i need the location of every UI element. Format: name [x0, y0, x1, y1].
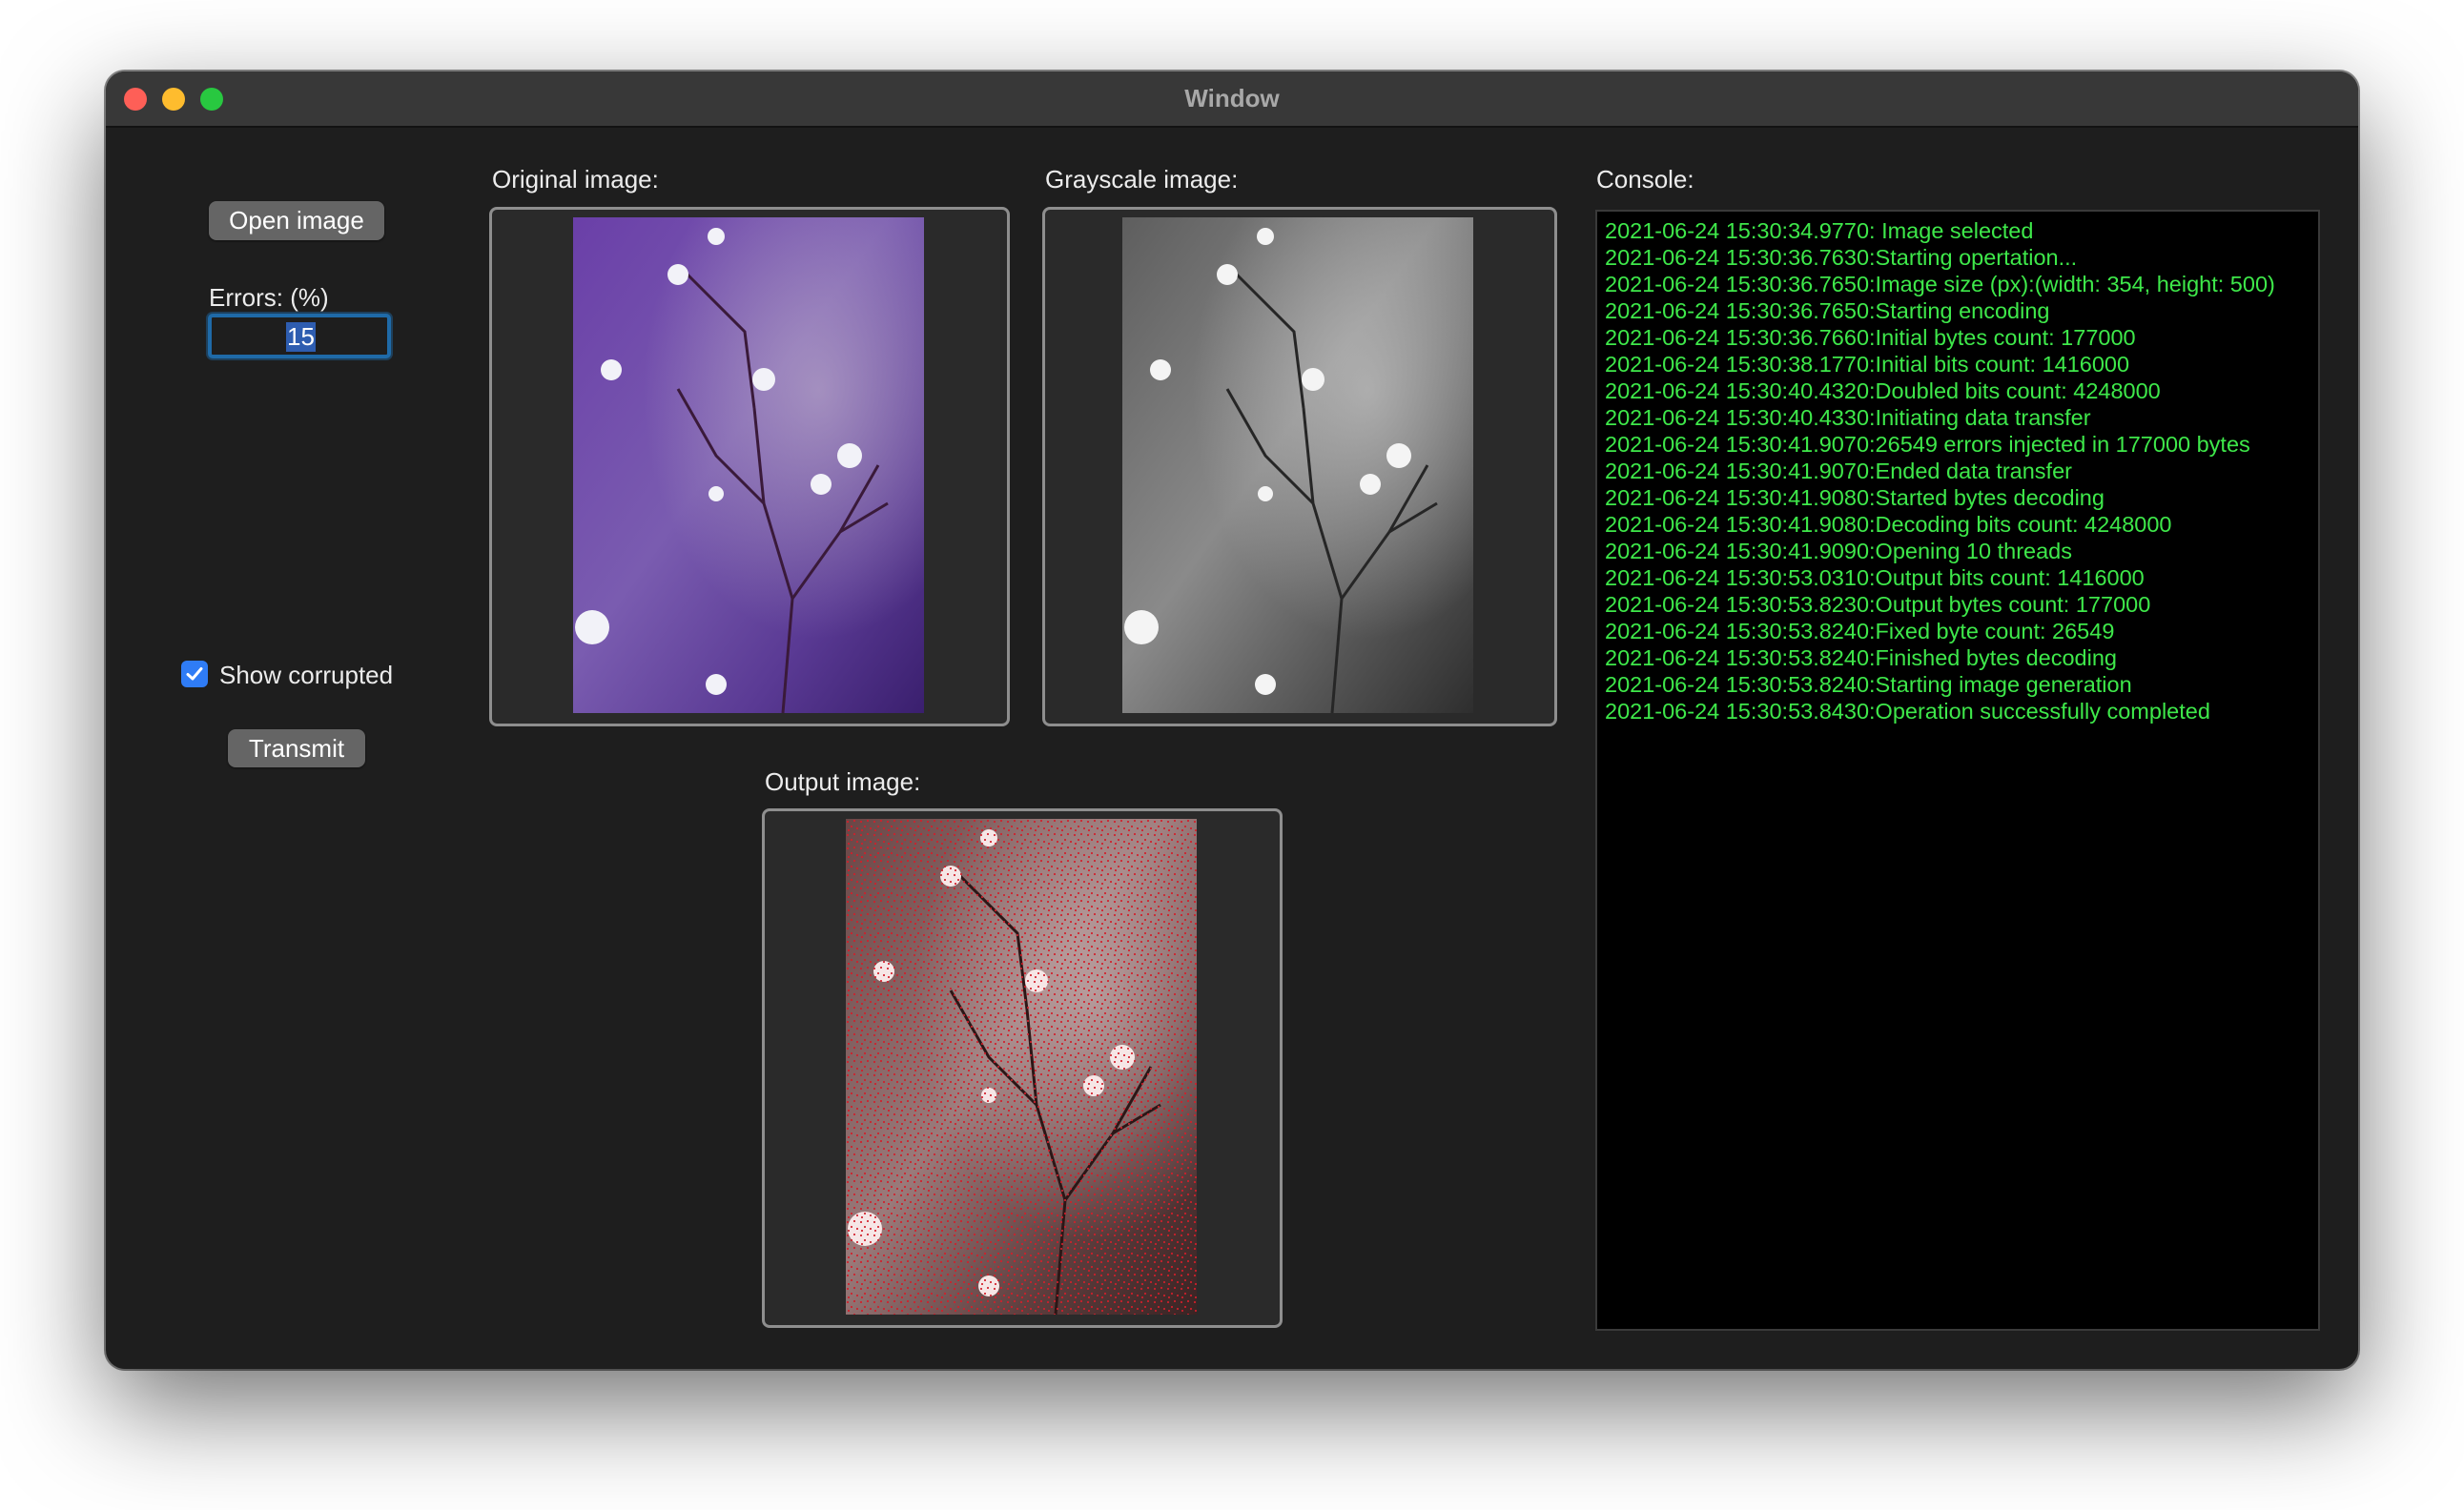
- window-title: Window: [1184, 84, 1280, 112]
- console-line: 2021-06-24 15:30:41.9090:Opening 10 thre…: [1605, 539, 2072, 563]
- console-line: 2021-06-24 15:30:41.9070:26549 errors in…: [1605, 432, 2250, 457]
- original-image: [573, 217, 924, 713]
- show-corrupted-label[interactable]: Show corrupted: [219, 661, 393, 690]
- console-line: 2021-06-24 15:30:36.7650:Starting encodi…: [1605, 298, 2050, 323]
- errors-percent-input[interactable]: 15: [208, 314, 391, 358]
- output-image-frame: [762, 808, 1283, 1328]
- console-line: 2021-06-24 15:30:40.4330:Initiating data…: [1605, 405, 2091, 430]
- console-line: 2021-06-24 15:30:38.1770:Initial bits co…: [1605, 352, 2130, 377]
- console-line: 2021-06-24 15:30:36.7630:Starting operta…: [1605, 245, 2078, 270]
- title-bar[interactable]: Window: [106, 71, 2358, 128]
- console-output[interactable]: 2021-06-24 15:30:34.9770: Image selected…: [1595, 210, 2320, 1331]
- console-line: 2021-06-24 15:30:40.4320:Doubled bits co…: [1605, 378, 2161, 403]
- console-lines: 2021-06-24 15:30:34.9770: Image selected…: [1605, 217, 2275, 724]
- console-label: Console:: [1596, 165, 1694, 194]
- console-line: 2021-06-24 15:30:41.9070:Ended data tran…: [1605, 459, 2072, 483]
- show-corrupted-checkbox[interactable]: [181, 661, 208, 687]
- errors-percent-value: 15: [286, 322, 316, 352]
- errors-label: Errors: (%): [209, 283, 329, 312]
- console-line: 2021-06-24 15:30:53.0310:Output bits cou…: [1605, 565, 2145, 590]
- original-image-label: Original image:: [492, 165, 659, 194]
- console-line: 2021-06-24 15:30:53.8240:Finished bytes …: [1605, 645, 2117, 670]
- grayscale-image-frame: [1042, 207, 1557, 726]
- console-line: 2021-06-24 15:30:53.8230:Output bytes co…: [1605, 592, 2151, 617]
- grayscale-image-label: Grayscale image:: [1045, 165, 1239, 194]
- transmit-button[interactable]: Transmit: [228, 729, 365, 767]
- original-image-frame: [489, 207, 1010, 726]
- console-line: 2021-06-24 15:30:53.8430:Operation succe…: [1605, 699, 2210, 724]
- grayscale-image: [1122, 217, 1473, 713]
- console-line: 2021-06-24 15:30:36.7650:Image size (px)…: [1605, 272, 2275, 296]
- app-window: Window Open image Errors: (%) 15 Show co…: [106, 71, 2358, 1369]
- console-line: 2021-06-24 15:30:53.8240:Starting image …: [1605, 672, 2132, 697]
- console-line: 2021-06-24 15:30:41.9080:Decoding bits c…: [1605, 512, 2172, 537]
- output-image-label: Output image:: [765, 767, 921, 796]
- open-image-button[interactable]: Open image: [209, 201, 384, 240]
- console-line: 2021-06-24 15:30:41.9080:Started bytes d…: [1605, 485, 2105, 510]
- console-line: 2021-06-24 15:30:53.8240:Fixed byte coun…: [1605, 619, 2115, 643]
- console-line: 2021-06-24 15:30:36.7660:Initial bytes c…: [1605, 325, 2136, 350]
- console-line: 2021-06-24 15:30:34.9770: Image selected: [1605, 218, 2034, 243]
- checkmark-icon: [186, 667, 203, 681]
- output-image: [846, 819, 1197, 1315]
